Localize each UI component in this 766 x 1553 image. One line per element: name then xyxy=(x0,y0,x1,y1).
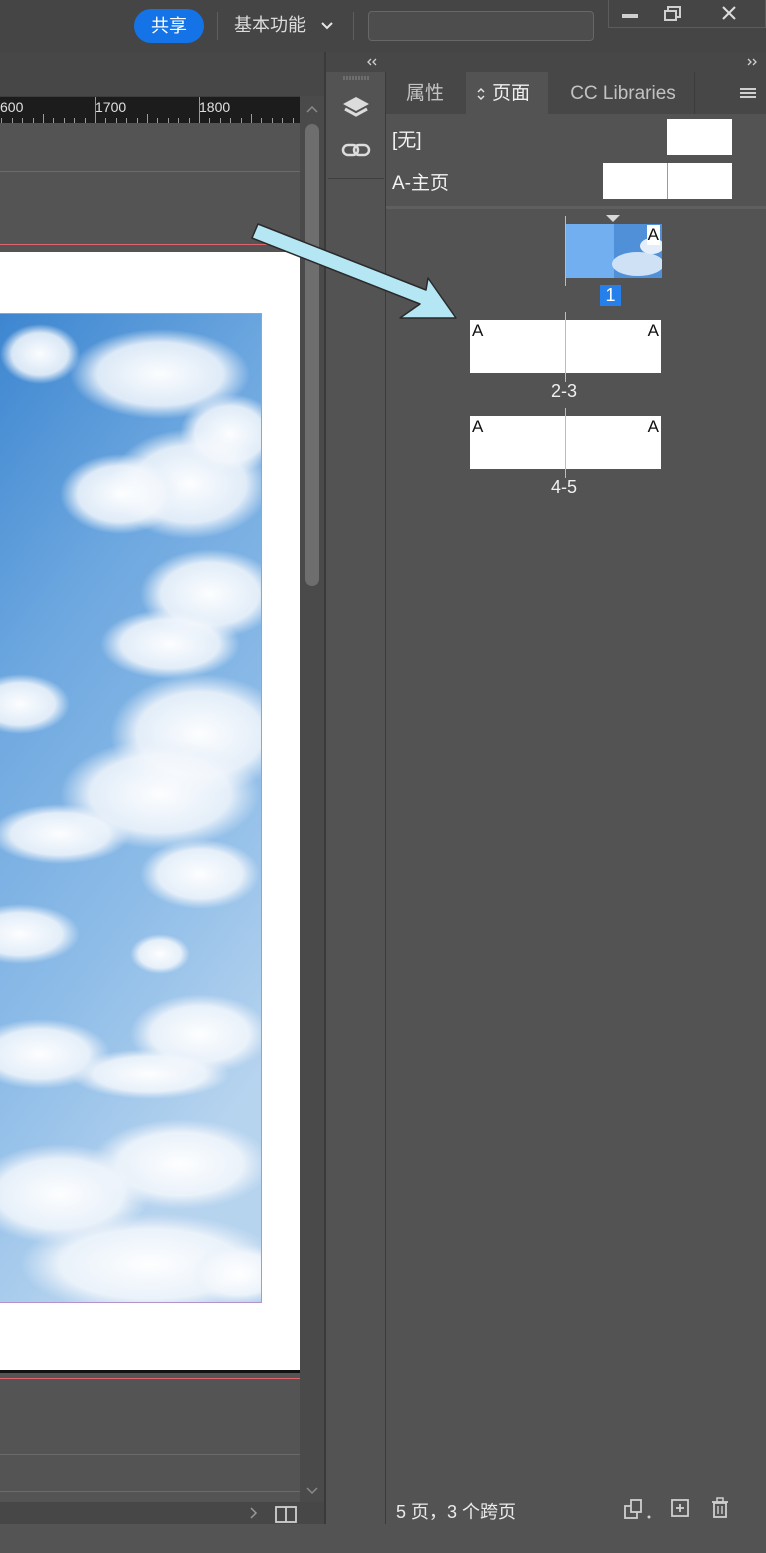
sky-photo xyxy=(0,314,261,1302)
guide-line xyxy=(0,171,300,172)
spread-4-5-thumb[interactable]: A A xyxy=(470,416,661,469)
guide-line xyxy=(0,1491,300,1492)
selection-marker-icon xyxy=(606,215,620,222)
restore-icon[interactable] xyxy=(649,0,699,28)
trash-icon[interactable] xyxy=(710,1497,730,1519)
tab-pages-label: 页面 xyxy=(492,83,531,104)
new-page-icon[interactable] xyxy=(670,1498,690,1518)
ruler-label: 1700 xyxy=(95,99,127,115)
ruler-label: 600 xyxy=(0,99,24,115)
bleed-guide xyxy=(0,1378,300,1379)
page-1-thumb[interactable]: A xyxy=(566,224,662,278)
spread-fold xyxy=(565,320,566,373)
scroll-up-icon[interactable] xyxy=(306,104,318,114)
double-chevron-left-icon[interactable] xyxy=(366,57,378,67)
workspace-switcher-label[interactable]: 基本功能 xyxy=(234,11,306,37)
master-spine xyxy=(667,163,668,199)
panel-menu-icon[interactable] xyxy=(740,86,756,100)
tab-properties[interactable]: 属性 xyxy=(386,72,464,114)
sky-image[interactable] xyxy=(0,313,262,1303)
master-prefix-right: A xyxy=(647,417,659,436)
icon-strip-group xyxy=(328,72,384,179)
search-input[interactable] xyxy=(368,11,594,41)
page-edge xyxy=(0,1370,300,1373)
collapse-header[interactable] xyxy=(326,52,386,72)
toolbar-divider xyxy=(217,12,218,40)
document-status-bar xyxy=(0,1502,324,1524)
spread-2-3-thumb[interactable]: A A xyxy=(470,320,661,373)
master-prefix-right: A xyxy=(647,321,659,340)
horizontal-ruler[interactable]: 600 1700 1800 xyxy=(0,97,300,123)
section-divider[interactable] xyxy=(386,206,766,209)
master-none-thumb[interactable] xyxy=(667,119,732,155)
master-none-label[interactable]: [无] xyxy=(392,125,422,152)
window-controls xyxy=(608,0,766,28)
guide-line xyxy=(0,1454,300,1455)
sort-updown-icon xyxy=(477,88,485,100)
close-icon[interactable] xyxy=(705,0,755,28)
panel-header[interactable] xyxy=(386,52,766,72)
tab-pages[interactable]: 页面 xyxy=(466,72,548,114)
share-button[interactable]: 共享 xyxy=(134,9,204,43)
tab-divider xyxy=(694,72,695,114)
layers-icon[interactable] xyxy=(341,94,371,124)
annotation-arrow-icon xyxy=(251,223,457,319)
chevron-right-icon[interactable] xyxy=(248,1507,258,1519)
page-number-selected[interactable]: 1 xyxy=(600,285,621,306)
link-icon[interactable] xyxy=(341,138,371,162)
spread-number[interactable]: 4-5 xyxy=(534,477,594,498)
document-tab-bar xyxy=(0,52,324,97)
edit-page-size-icon[interactable] xyxy=(622,1498,652,1520)
scroll-thumb[interactable] xyxy=(305,124,319,586)
page-count-status: 5 页，3 个跨页 xyxy=(396,1502,517,1522)
toolbar-divider xyxy=(353,12,354,40)
split-view-icon[interactable] xyxy=(274,1505,298,1523)
panel-tab-bar: 属性 页面 CC Libraries xyxy=(386,72,766,114)
master-prefix-left: A xyxy=(472,417,484,436)
ruler-ticks xyxy=(1,97,294,123)
spread-fold xyxy=(565,416,566,469)
chevron-down-icon[interactable] xyxy=(318,16,336,34)
scroll-down-icon[interactable] xyxy=(306,1486,318,1496)
tab-cc-libraries[interactable]: CC Libraries xyxy=(554,72,692,114)
top-bar: 共享 基本功能 xyxy=(0,0,766,52)
ruler-label: 1800 xyxy=(199,99,231,115)
master-a-label[interactable]: A-主页 xyxy=(392,168,449,195)
grip-icon[interactable] xyxy=(342,75,370,81)
spread-number[interactable]: 2-3 xyxy=(534,381,594,402)
double-chevron-right-icon[interactable] xyxy=(746,57,758,67)
master-prefix-left: A xyxy=(472,321,484,340)
master-prefix: A xyxy=(646,225,660,245)
